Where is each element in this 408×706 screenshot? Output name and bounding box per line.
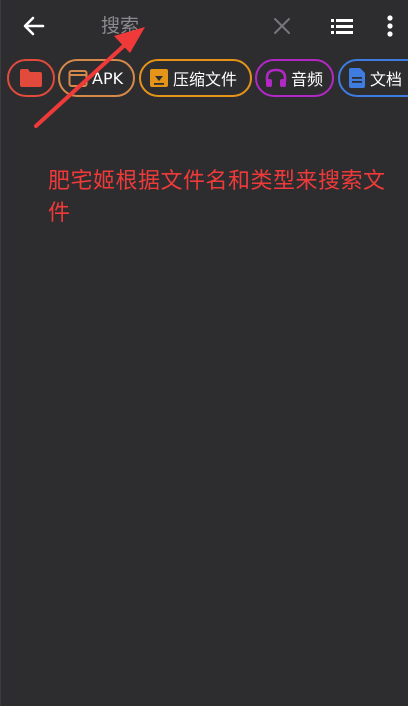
filter-chip-document[interactable]: 文档 — [338, 59, 408, 97]
headphones-icon — [265, 68, 287, 87]
filter-chip-label: 音频 — [291, 70, 324, 89]
search-screen: APK 压缩文件 音频 文档 — [0, 0, 408, 706]
arrow-left-icon — [23, 16, 45, 36]
annotation-arrow — [34, 27, 145, 128]
screen-edge — [0, 0, 1, 706]
more-vertical-icon — [387, 15, 393, 37]
search-toolbar — [0, 0, 408, 52]
apk-icon — [68, 70, 88, 87]
list-view-icon — [331, 19, 353, 34]
document-icon — [349, 68, 365, 88]
search-field[interactable] — [100, 8, 344, 44]
filter-chip-label: 文档 — [370, 70, 403, 89]
filter-chip-label: APK — [92, 68, 124, 88]
annotation-caption: 肥宅姬根据文件名和类型来搜索文件 — [48, 169, 386, 226]
close-icon — [274, 18, 290, 34]
clear-search-button[interactable] — [266, 8, 298, 44]
more-options-button[interactable] — [376, 8, 404, 44]
filter-chip-label: 压缩文件 — [173, 70, 238, 89]
filter-chip-apk[interactable]: APK — [58, 59, 135, 97]
filter-chip-archive[interactable]: 压缩文件 — [139, 59, 252, 97]
folder-icon — [20, 69, 42, 87]
filter-chip-folder[interactable] — [7, 59, 55, 97]
archive-icon — [150, 69, 168, 87]
file-type-filters: APK 压缩文件 音频 文档 — [0, 57, 408, 103]
list-view-button[interactable] — [326, 8, 358, 44]
search-input[interactable] — [101, 9, 344, 43]
back-button[interactable] — [16, 8, 52, 44]
filter-chip-audio[interactable]: 音频 — [255, 59, 334, 97]
